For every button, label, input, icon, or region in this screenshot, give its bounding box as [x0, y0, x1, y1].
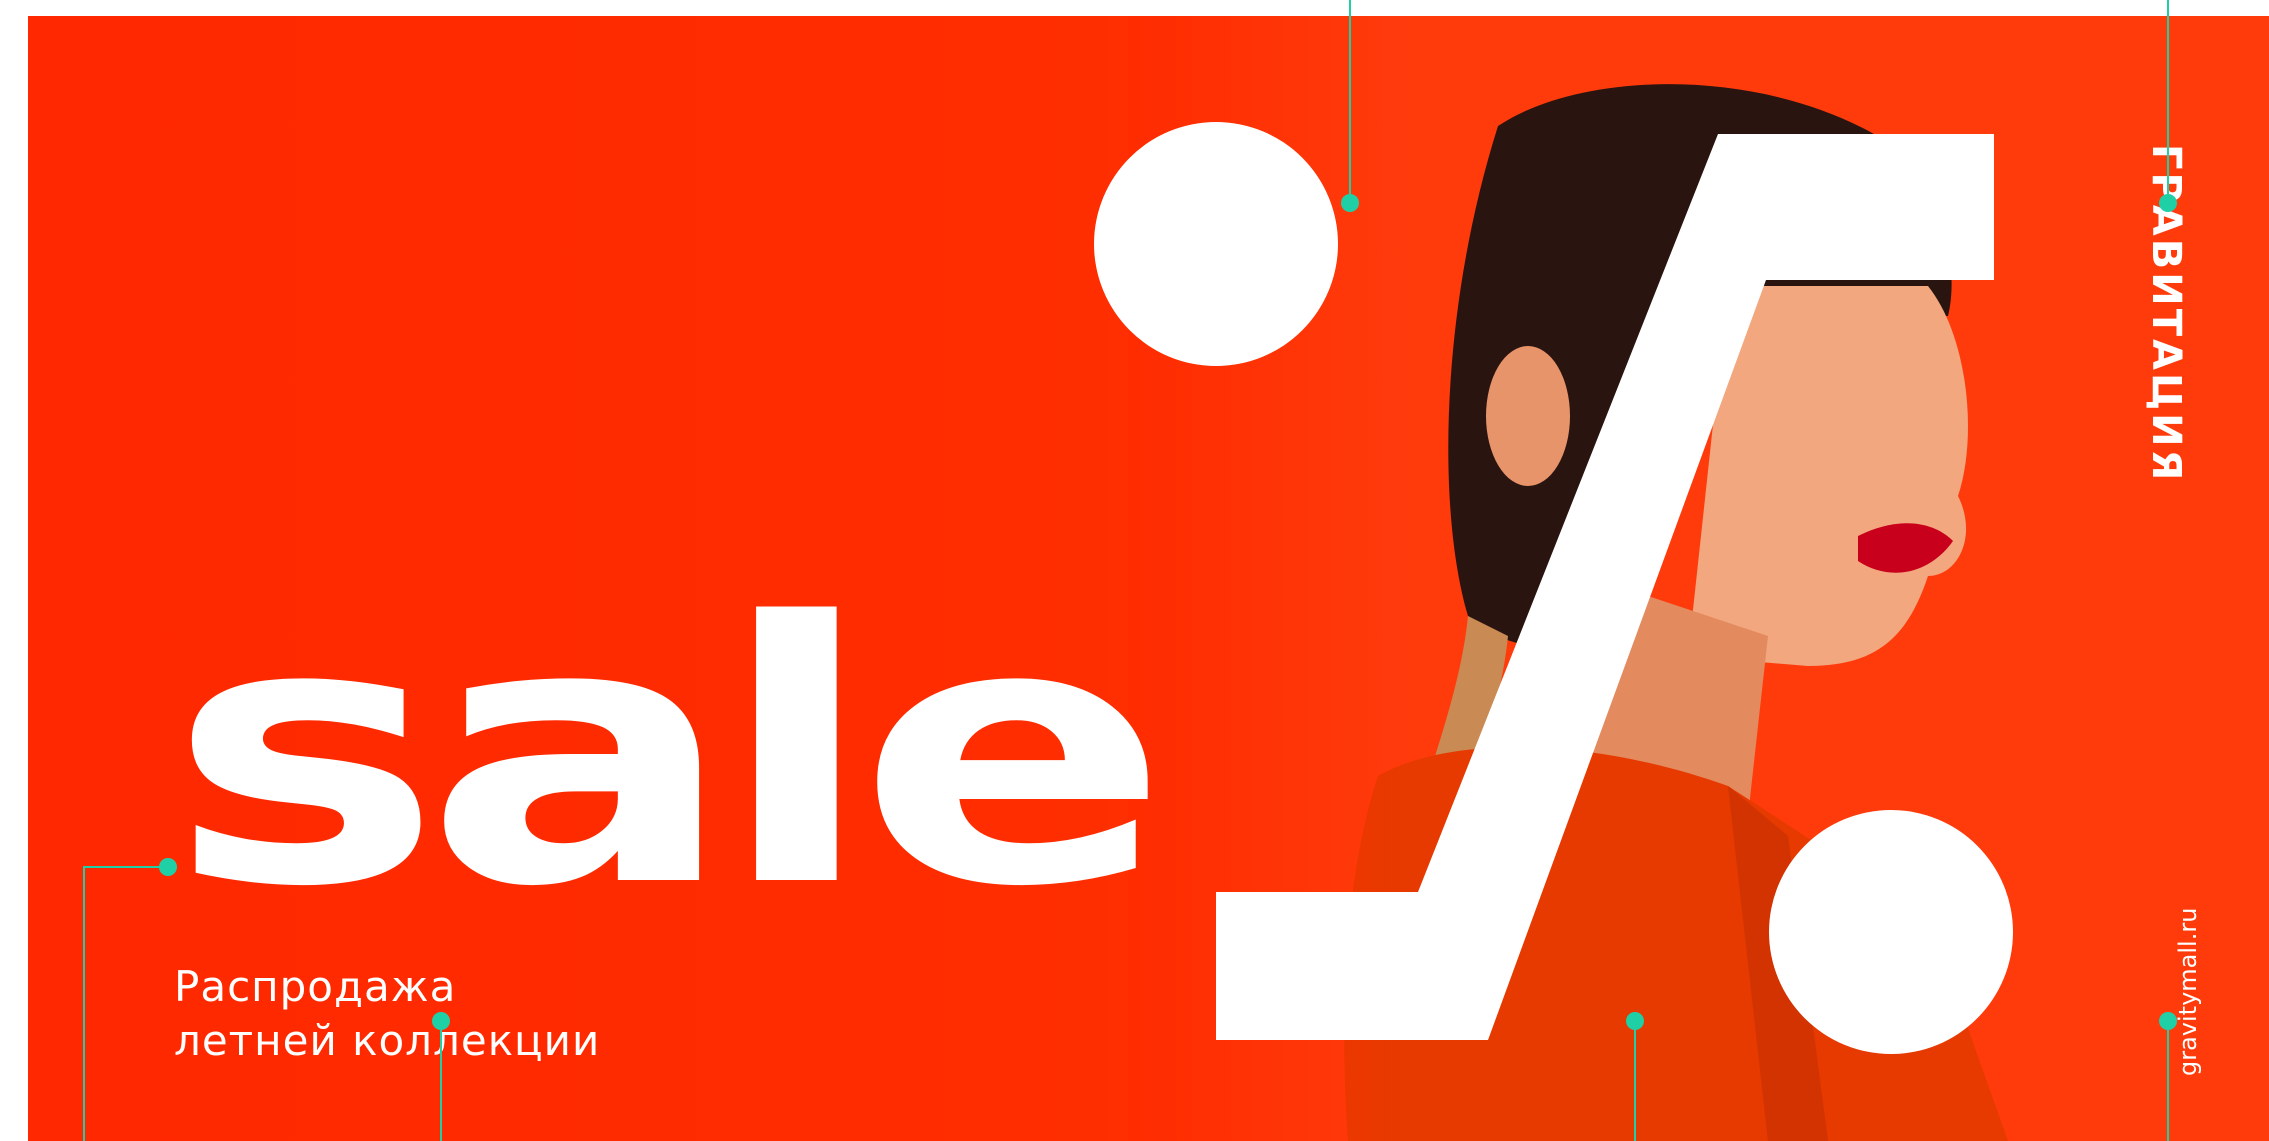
website: gravitymall.ru — [2168, 876, 2208, 1076]
sale-headline: sale — [168, 546, 1170, 965]
website-url: gravitymall.ru — [2174, 907, 2202, 1076]
subtitle: Распродажа летней коллекции — [174, 960, 600, 1068]
canvas: sale Распродажа летней коллекции ГРАВИТА… — [0, 0, 2269, 1141]
sale-banner: sale Распродажа летней коллекции ГРАВИТА… — [28, 16, 2269, 1141]
percent-bottom-dot — [1769, 810, 2013, 1054]
subtitle-line-2: летней коллекции — [174, 1016, 601, 1065]
brand-logo: ГРАВИТАЦИЯ — [2138, 144, 2194, 504]
subtitle-line-1: Распродажа — [174, 962, 457, 1011]
brand-name: ГРАВИТАЦИЯ — [2143, 144, 2189, 484]
percent-top-dot — [1094, 122, 1338, 366]
